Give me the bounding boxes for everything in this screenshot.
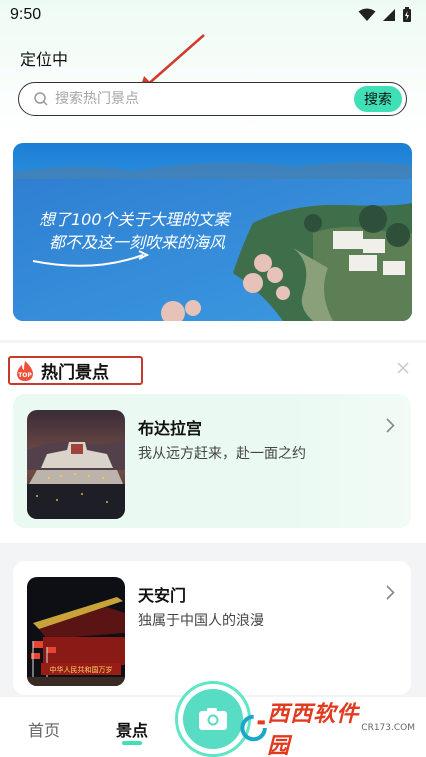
banner-caption-1: 想了100个关于大理的文案	[39, 210, 232, 229]
watermark-logo-icon	[240, 714, 267, 742]
fire-top-icon: TOP	[17, 360, 33, 381]
watermark-subtext: CR173.COM	[361, 723, 415, 733]
search-bar[interactable]: 搜索	[18, 82, 407, 116]
attraction-title: 布达拉宫	[138, 419, 203, 438]
attraction-card-potala[interactable]: 布达拉宫 我从远方赶来，赴一面之约	[13, 394, 411, 528]
active-tab-indicator	[122, 741, 142, 745]
search-icon	[34, 92, 48, 106]
location-status[interactable]: 定位中	[20, 46, 68, 70]
wifi-icon	[358, 8, 376, 21]
search-button[interactable]: 搜索	[354, 86, 402, 112]
status-bar: 9:50	[0, 0, 426, 30]
chevron-right-icon	[386, 585, 395, 600]
camera-button-inner	[183, 689, 243, 749]
watermark: 西西软件园 CR173.COM	[240, 702, 415, 757]
status-icons	[358, 7, 412, 23]
nav-home-tab[interactable]: 首页	[28, 717, 60, 741]
hot-section-title: 热门景点	[41, 363, 109, 383]
close-icon[interactable]	[396, 361, 410, 375]
attraction-subtitle: 我从远方赶来，赴一面之约	[138, 446, 306, 462]
status-time: 9:50	[10, 6, 42, 23]
tiananmen-sign-text: 中华人民共和国万岁	[50, 665, 113, 674]
watermark-text: 西西软件园	[267, 702, 360, 757]
signal-icon	[383, 9, 395, 21]
top-badge-text: TOP	[18, 372, 32, 379]
camera-icon	[199, 708, 227, 730]
search-input[interactable]	[55, 91, 325, 107]
attraction-card-tiananmen[interactable]: 中华人民共和国万岁 天安门 独属于中国人的浪漫	[13, 561, 411, 695]
banner-caption-2: 都不及这一刻吹来的海风	[49, 233, 226, 252]
tiananmen-thumbnail: 中华人民共和国万岁	[27, 577, 125, 686]
potala-thumbnail	[27, 410, 125, 519]
chevron-right-icon	[386, 418, 395, 433]
banner-image[interactable]: 想了100个关于大理的文案 都不及这一刻吹来的海风	[13, 143, 412, 321]
attraction-subtitle: 独属于中国人的浪漫	[138, 613, 264, 629]
nav-spots-tab[interactable]: 景点	[116, 717, 148, 741]
hot-section-header: TOP 热门景点	[8, 356, 143, 385]
battery-icon	[403, 7, 411, 22]
attraction-title: 天安门	[138, 586, 187, 605]
